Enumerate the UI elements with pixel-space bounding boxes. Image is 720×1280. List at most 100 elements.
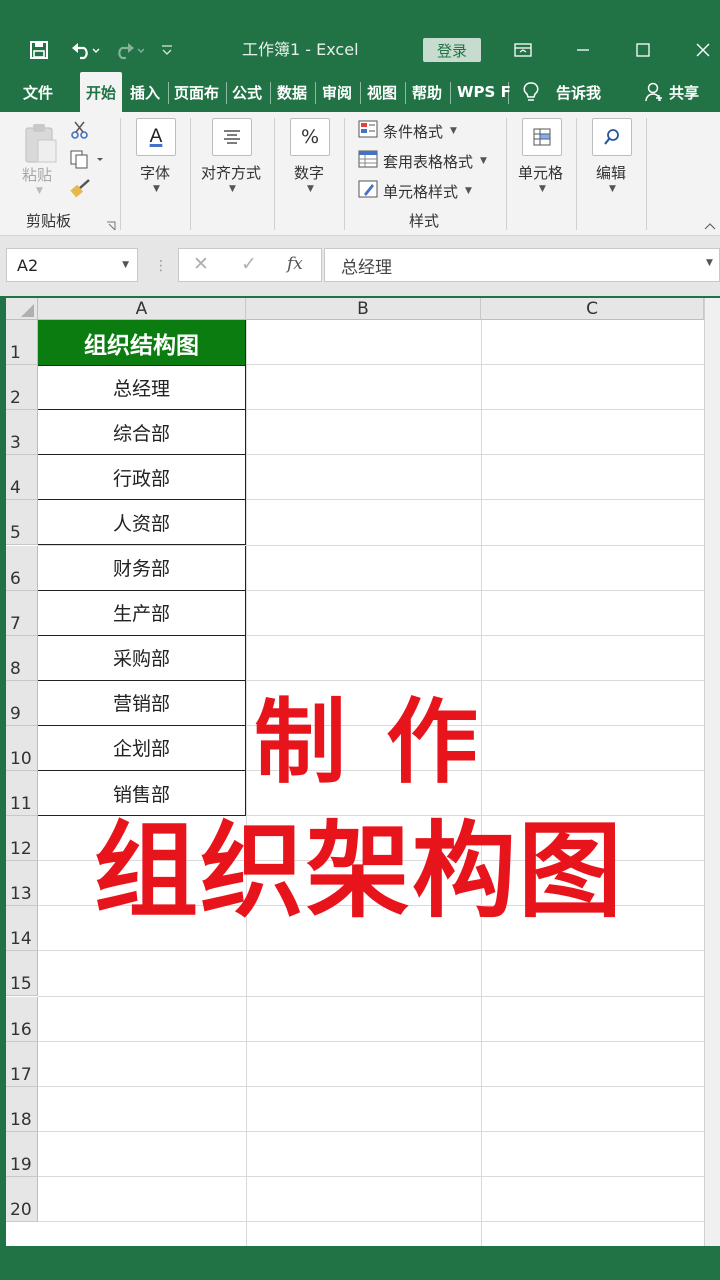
alignment-group-label[interactable]: 对齐方式 — [201, 162, 261, 183]
cell-a10[interactable]: 企划部 — [38, 725, 246, 771]
select-all-corner[interactable] — [6, 298, 38, 320]
paste-label[interactable]: 粘贴 — [22, 164, 52, 185]
tab-review[interactable]: 审阅 — [322, 72, 352, 112]
column-header-a[interactable]: A — [38, 298, 246, 320]
redo-icon[interactable] — [108, 32, 148, 68]
number-group-label[interactable]: 数字 — [294, 162, 324, 183]
cell-style-button[interactable]: 单元格样式 — [383, 181, 458, 202]
confirm-icon[interactable]: ✓ — [241, 253, 257, 275]
row-header[interactable]: 14 — [6, 906, 38, 952]
ribbon-display-icon[interactable] — [510, 32, 536, 68]
row-header[interactable]: 13 — [6, 861, 38, 907]
format-painter-icon[interactable] — [70, 178, 92, 204]
row-header[interactable]: 16 — [6, 996, 38, 1042]
name-box[interactable]: A2 ▼ — [6, 248, 138, 282]
copy-icon[interactable] — [70, 150, 104, 174]
collapse-ribbon-icon[interactable] — [704, 216, 716, 235]
cut-icon[interactable] — [70, 120, 90, 144]
user-icon[interactable] — [644, 72, 664, 112]
row-header[interactable]: 3 — [6, 410, 38, 456]
column-header-c[interactable]: C — [481, 298, 704, 320]
gridline — [38, 1221, 704, 1222]
cells-icon[interactable] — [522, 118, 562, 156]
conditional-format-button[interactable]: 条件格式 — [383, 121, 443, 142]
dialog-launcher-icon[interactable] — [106, 216, 116, 235]
row-header[interactable]: 12 — [6, 816, 38, 862]
ribbon-separator — [344, 118, 345, 230]
formula-input[interactable]: 总经理 — [324, 248, 720, 282]
column-header-b[interactable]: B — [246, 298, 481, 320]
ribbon-separator — [506, 118, 507, 230]
minimize-icon[interactable] — [570, 32, 596, 68]
customize-icon[interactable] — [156, 32, 178, 68]
tab-insert[interactable]: 插入 — [130, 72, 160, 112]
tab-formulas[interactable]: 公式 — [232, 72, 262, 112]
cell-style-icon[interactable] — [358, 180, 378, 202]
row-header[interactable]: 8 — [6, 635, 38, 681]
font-group-label[interactable]: 字体 — [140, 162, 170, 183]
chevron-down-icon[interactable]: ▼ — [122, 260, 129, 270]
title-bar: 工作簿1 - Excel 登录 — [0, 0, 720, 72]
cell-a2[interactable]: 总经理 — [38, 365, 246, 411]
table-format-button[interactable]: 套用表格格式 — [383, 151, 473, 172]
row-header[interactable]: 19 — [6, 1131, 38, 1177]
lightbulb-icon[interactable] — [522, 72, 540, 112]
row-header[interactable]: 10 — [6, 725, 38, 771]
cells-group-label[interactable]: 单元格 — [518, 162, 563, 183]
ribbon-separator — [120, 118, 121, 230]
close-icon[interactable] — [690, 32, 716, 68]
expand-formula-icon[interactable]: ▼ — [706, 258, 713, 268]
tab-file[interactable]: 文件 — [23, 72, 53, 112]
tab-data[interactable]: 数据 — [277, 72, 307, 112]
cell-a6[interactable]: 财务部 — [38, 545, 246, 591]
alignment-icon[interactable] — [212, 118, 252, 156]
tab-separator — [168, 82, 169, 104]
worksheet-grid[interactable]: A B C 1 2 3 4 5 6 7 8 9 10 11 12 13 14 15 16 17 18 19 20 组织… — [6, 298, 704, 1246]
cell-a9[interactable]: 营销部 — [38, 680, 246, 726]
tab-wps[interactable]: WPS F — [457, 72, 511, 112]
cell-a4[interactable]: 行政部 — [38, 455, 246, 501]
cell-a1-title[interactable]: 组织结构图 — [38, 320, 246, 366]
conditional-format-icon[interactable] — [358, 120, 378, 142]
row-header[interactable]: 4 — [6, 455, 38, 501]
row-header[interactable]: 15 — [6, 951, 38, 997]
row-header[interactable]: 17 — [6, 1041, 38, 1087]
tab-home[interactable]: 开始 — [80, 72, 122, 112]
row-header[interactable]: 7 — [6, 590, 38, 636]
gridline — [38, 1040, 704, 1042]
editing-group-label[interactable]: 编辑 — [596, 162, 626, 183]
undo-icon[interactable] — [64, 32, 104, 68]
login-button[interactable]: 登录 — [423, 38, 481, 62]
insert-function-icon[interactable]: fx — [287, 254, 303, 274]
cell-a7[interactable]: 生产部 — [38, 590, 246, 636]
row-header[interactable]: 6 — [6, 545, 38, 591]
number-icon[interactable]: % — [290, 118, 330, 156]
table-format-icon[interactable] — [358, 150, 378, 172]
row-header[interactable]: 11 — [6, 771, 38, 817]
paste-icon[interactable] — [22, 122, 58, 166]
search-icon[interactable] — [592, 118, 632, 156]
row-header[interactable]: 20 — [6, 1176, 38, 1222]
tab-view[interactable]: 视图 — [367, 72, 397, 112]
caret-down-icon: ▼ — [229, 184, 236, 194]
tab-help[interactable]: 帮助 — [412, 72, 442, 112]
row-header[interactable]: 1 — [6, 320, 38, 366]
cell-a3[interactable]: 综合部 — [38, 410, 246, 456]
row-header[interactable]: 9 — [6, 680, 38, 726]
tab-page-layout[interactable]: 页面布 — [174, 72, 219, 112]
tab-separator — [360, 82, 361, 104]
cell-a5[interactable]: 人资部 — [38, 500, 246, 546]
more-dots-icon: ⋮ — [154, 258, 168, 274]
row-header[interactable]: 2 — [6, 365, 38, 411]
save-icon[interactable] — [24, 32, 54, 68]
cancel-icon[interactable]: ✕ — [193, 253, 209, 275]
vertical-scrollbar[interactable] — [704, 298, 720, 1246]
maximize-icon[interactable] — [630, 32, 656, 68]
share-button[interactable]: 共享 — [669, 72, 699, 112]
font-icon[interactable]: A — [136, 118, 176, 156]
row-header[interactable]: 18 — [6, 1086, 38, 1132]
tell-me-search[interactable]: 告诉我 — [556, 72, 601, 112]
caret-down-icon: ▼ — [465, 186, 472, 196]
row-header[interactable]: 5 — [6, 500, 38, 546]
cell-a8[interactable]: 采购部 — [38, 635, 246, 681]
